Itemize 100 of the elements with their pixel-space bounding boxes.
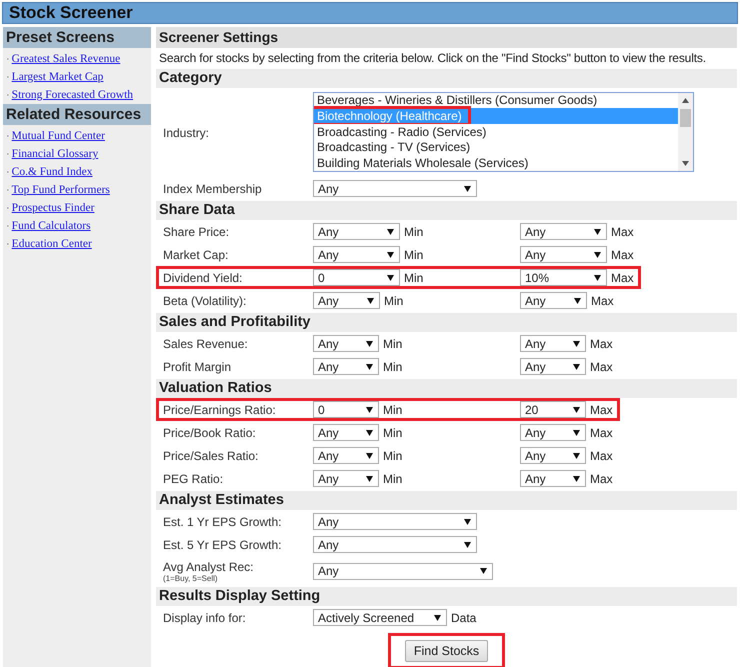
field-label: Share Price: <box>163 224 230 238</box>
caret-icon <box>366 364 373 370</box>
min-label: Min <box>404 270 424 284</box>
sidebar-link[interactable]: Education Center <box>12 238 92 250</box>
caret-icon <box>366 430 373 436</box>
dropdown[interactable]: Any <box>313 358 379 375</box>
caret-icon <box>573 452 580 458</box>
dropdown[interactable]: Any <box>313 335 379 352</box>
bullet: · <box>6 202 10 214</box>
caret-icon <box>573 430 580 436</box>
max-label: Max <box>590 360 613 374</box>
section-heading: Sales and Profitability <box>156 313 737 332</box>
dropdown[interactable]: Any <box>313 562 493 580</box>
dropdown[interactable]: Any <box>313 424 379 441</box>
field-label: Est. 5 Yr EPS Growth: <box>163 538 282 552</box>
dropdown[interactable]: 0 <box>313 269 400 286</box>
bullet: · <box>6 71 10 83</box>
dropdown[interactable]: Actively Screened <box>313 609 447 626</box>
dropdown[interactable]: Any <box>313 513 477 530</box>
bullet: · <box>6 130 10 142</box>
sidebar-link[interactable]: Fund Calculators <box>12 220 91 232</box>
field-label: Display info for: <box>163 610 247 624</box>
max-label: Max <box>590 472 613 486</box>
dropdown[interactable]: Any <box>313 447 379 464</box>
min-label: Min <box>383 426 402 440</box>
max-label: Max <box>591 294 614 308</box>
min-label: Min <box>383 360 402 374</box>
caret-icon <box>366 406 373 412</box>
section-heading: Analyst Estimates <box>156 491 737 510</box>
field-label: Beta (Volatility): <box>163 294 248 308</box>
scrollbar[interactable] <box>678 93 693 171</box>
dropdown[interactable]: Any <box>520 358 586 375</box>
intro-text: Search for stocks by selecting from the criteria below. Click on the "Find Stocks" button to view the results. <box>158 50 707 67</box>
bullet: · <box>6 53 10 65</box>
dropdown[interactable]: 20 <box>520 401 586 418</box>
caret-icon <box>366 476 373 482</box>
caret-icon <box>573 476 580 482</box>
caret-icon <box>573 406 580 412</box>
caret-icon <box>387 252 394 258</box>
bullet: · <box>6 184 10 196</box>
caret-icon <box>387 274 394 280</box>
min-label: Min <box>404 224 424 238</box>
caret-icon <box>387 228 394 234</box>
field-label: Index Membership <box>163 182 263 196</box>
dropdown[interactable]: Any <box>520 246 607 263</box>
field-label: Price/Earnings Ratio: <box>163 402 277 416</box>
caret-icon <box>480 568 487 574</box>
dropdown[interactable]: Any <box>520 447 586 464</box>
dropdown[interactable]: Any <box>313 246 400 263</box>
section-heading: Category <box>156 69 737 88</box>
sidebar-link[interactable]: Co.& Fund Index <box>12 166 92 178</box>
listbox[interactable]: Beverages - Wineries & Distillers (Consumer Goods) Biotechnology (Healthcare) Broadcasting - Radio (Services) Broadcasting - TV (Services) Building Materials Wholesale (Services) <box>313 92 694 172</box>
dropdown[interactable]: Any <box>313 536 477 553</box>
caret-icon <box>367 298 374 304</box>
sidebar-link[interactable]: Financial Glossary <box>12 148 98 160</box>
field-note: (1=Buy, 5=Sell) <box>163 574 219 582</box>
bullet: · <box>6 148 10 160</box>
max-label: Max <box>611 270 634 284</box>
field-label: Profit Margin <box>163 360 232 374</box>
dropdown[interactable]: Any <box>313 470 379 487</box>
sidebar-link[interactable]: Top Fund Performers <box>12 184 110 196</box>
dropdown[interactable]: 0 <box>313 401 379 418</box>
field-label: Industry: <box>163 126 210 140</box>
min-label: Min <box>383 448 402 462</box>
caret-icon <box>594 228 601 234</box>
min-label: Min <box>384 294 404 308</box>
bullet: · <box>6 238 10 250</box>
sidebar-link[interactable]: Prospectus Finder <box>12 202 94 214</box>
sidebar-link[interactable]: Mutual Fund Center <box>12 130 105 142</box>
sidebar-link[interactable]: Greatest Sales Revenue <box>12 53 120 65</box>
max-label: Max <box>590 336 613 350</box>
caret-icon <box>594 274 601 280</box>
dropdown[interactable]: Any <box>520 335 586 352</box>
dropdown[interactable]: Any <box>520 470 586 487</box>
dropdown[interactable]: Any <box>520 292 587 309</box>
section-heading: Valuation Ratios <box>156 379 737 398</box>
field-label: PEG Ratio: <box>163 472 224 486</box>
min-label: Min <box>383 336 402 350</box>
max-label: Max <box>611 224 634 238</box>
dropdown[interactable]: Any <box>313 180 477 197</box>
dropdown[interactable]: 10% <box>520 269 607 286</box>
dropdown[interactable]: Any <box>313 223 400 240</box>
find-stocks-button[interactable]: Find Stocks <box>404 640 488 662</box>
dropdown[interactable]: Any <box>313 292 380 309</box>
field-suffix: Data <box>451 610 476 624</box>
field-label: Price/Sales Ratio: <box>163 448 260 462</box>
caret-icon <box>574 298 581 304</box>
min-label: Min <box>383 472 402 486</box>
field-label: Est. 1 Yr EPS Growth: <box>163 514 282 528</box>
max-label: Max <box>590 448 613 462</box>
max-label: Max <box>590 426 613 440</box>
caret-icon <box>366 452 373 458</box>
dropdown[interactable]: Any <box>520 424 586 441</box>
dropdown[interactable]: Any <box>520 223 607 240</box>
bullet: · <box>6 89 10 101</box>
bullet: · <box>6 166 10 178</box>
caret-icon <box>594 252 601 258</box>
sidebar-link[interactable]: Strong Forecasted Growth <box>12 89 134 101</box>
sidebar-link[interactable]: Largest Market Cap <box>12 71 104 83</box>
section-heading: Results Display Setting <box>156 587 737 606</box>
